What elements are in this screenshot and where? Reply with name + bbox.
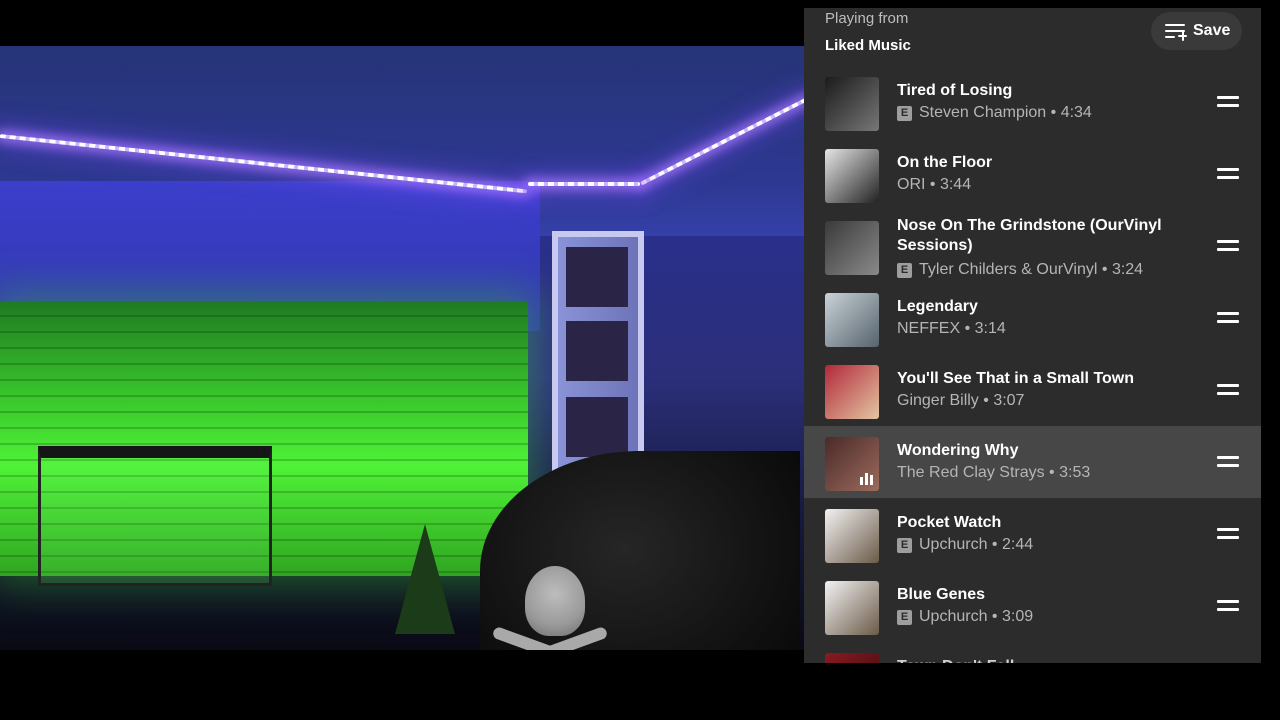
queue-list: Tired of Losing E Steven Champion • 4:34 On…	[804, 66, 1261, 663]
track-subtitle: NEFFEX • 3:14	[897, 320, 1006, 338]
separator-dot: •	[925, 176, 940, 193]
drag-handle-icon[interactable]	[1217, 455, 1239, 469]
album-art-thumbnail[interactable]	[825, 581, 879, 635]
queue-item[interactable]: Tired of Losing E Steven Champion • 4:34	[804, 66, 1261, 138]
webcam-video-background	[0, 46, 804, 650]
album-art-image	[825, 509, 879, 563]
separator-dot: •	[1044, 464, 1060, 481]
track-artist: Upchurch	[919, 536, 988, 553]
track-title: On the Floor	[897, 154, 993, 171]
led-light-strip-corner	[528, 182, 640, 186]
drag-handle-icon[interactable]	[1217, 167, 1239, 181]
small-christmas-tree	[395, 524, 455, 634]
track-title: Pocket Watch	[897, 514, 1002, 531]
album-art-thumbnail[interactable]	[825, 293, 879, 347]
track-title: Tired of Losing	[897, 82, 1013, 99]
track-title: You'll See That in a Small Town	[897, 370, 1135, 387]
track-title: Wondering Why	[897, 442, 1019, 459]
aquarium	[38, 446, 272, 586]
explicit-badge-icon: E	[897, 262, 912, 278]
queue-item[interactable]: Pocket Watch E Upchurch • 2:44	[804, 498, 1261, 570]
separator-dot: •	[1097, 261, 1112, 278]
album-art-image	[825, 77, 879, 131]
album-art-thumbnail[interactable]	[825, 509, 879, 563]
track-duration: 3:24	[1111, 261, 1144, 278]
explicit-badge-icon: E	[897, 105, 912, 121]
track-duration: 3:53	[1059, 464, 1091, 481]
separator-dot: •	[978, 392, 994, 409]
explicit-badge-icon: E	[897, 537, 912, 553]
track-subtitle: E Tyler Childers & OurVinyl • 3:24	[897, 261, 1143, 279]
drag-handle-icon[interactable]	[1217, 311, 1239, 325]
queue-item[interactable]: Nose On The Grindstone (OurVinyl Session…	[804, 210, 1261, 282]
equalizer-icon	[860, 473, 873, 485]
track-duration: 3:44	[939, 176, 972, 193]
save-label: Save	[1193, 22, 1231, 39]
album-art-image	[825, 581, 879, 635]
drag-handle-icon[interactable]	[1217, 527, 1239, 541]
album-art-image	[825, 149, 879, 203]
track-duration: 3:14	[974, 320, 1006, 337]
save-button[interactable]: Save	[1151, 12, 1242, 50]
queue-item[interactable]: You'll See That in a Small Town Ginger Bi…	[804, 354, 1261, 426]
track-duration: 4:34	[1060, 104, 1092, 121]
track-subtitle: E Steven Champion • 4:34	[897, 104, 1092, 122]
track-subtitle: E Upchurch • 3:09	[897, 608, 1033, 626]
track-duration: 2:44	[1001, 536, 1034, 553]
separator-dot: •	[1046, 104, 1061, 121]
album-art-thumbnail[interactable]	[825, 221, 879, 275]
playlist-name[interactable]: Liked Music	[825, 37, 911, 54]
queue-item[interactable]: Blue Genes E Upchurch • 3:09	[804, 570, 1261, 642]
track-subtitle: Ginger Billy • 3:07	[897, 392, 1024, 410]
album-art-image	[825, 221, 879, 275]
drag-handle-icon[interactable]	[1217, 95, 1239, 109]
track-artist: Tyler Childers & OurVinyl	[919, 261, 1098, 278]
track-duration: 3:09	[1001, 608, 1034, 625]
track-artist: Ginger Billy	[897, 392, 979, 409]
track-title: Blue Genes	[897, 586, 986, 603]
queue-item[interactable]: Legendary NEFFEX • 3:14	[804, 282, 1261, 354]
track-artist: ORI	[897, 176, 926, 193]
track-title: Legendary	[897, 298, 978, 315]
drag-handle-icon[interactable]	[1217, 383, 1239, 397]
queue-item[interactable]: On the Floor ORI • 3:44	[804, 138, 1261, 210]
queue-item[interactable]: Town Don't Fall	[804, 642, 1261, 663]
skull-graphic	[525, 566, 585, 636]
playing-from-label: Playing from	[825, 10, 909, 27]
drag-handle-icon[interactable]	[1217, 239, 1239, 253]
album-art-thumbnail[interactable]	[825, 365, 879, 419]
track-artist: NEFFEX	[897, 320, 961, 337]
album-art-image	[825, 653, 879, 663]
queue-panel: Playing from Liked Music Save Tired of L…	[804, 8, 1261, 663]
album-art-thumbnail[interactable]	[825, 437, 879, 491]
separator-dot: •	[987, 608, 1002, 625]
album-art-image	[825, 293, 879, 347]
album-art-image	[825, 365, 879, 419]
track-artist: Steven Champion	[919, 104, 1047, 121]
track-subtitle: ORI • 3:44	[897, 176, 971, 194]
wall-shelf	[552, 231, 644, 481]
album-art-thumbnail[interactable]	[825, 149, 879, 203]
track-duration: 3:07	[993, 392, 1025, 409]
separator-dot: •	[960, 320, 975, 337]
album-art-thumbnail[interactable]	[825, 653, 879, 663]
album-art-thumbnail[interactable]	[825, 77, 879, 131]
track-subtitle: The Red Clay Strays • 3:53	[897, 464, 1090, 482]
playlist-add-icon	[1165, 22, 1187, 41]
track-artist: Upchurch	[919, 608, 988, 625]
track-subtitle: E Upchurch • 2:44	[897, 536, 1033, 554]
drag-handle-icon[interactable]	[1217, 599, 1239, 613]
separator-dot: •	[987, 536, 1002, 553]
explicit-badge-icon: E	[897, 609, 912, 625]
track-title: Town Don't Fall	[897, 657, 1197, 663]
queue-header: Playing from Liked Music Save	[804, 8, 1261, 72]
track-title: Nose On The Grindstone (OurVinyl Session…	[897, 217, 1162, 254]
track-artist: The Red Clay Strays	[897, 464, 1045, 481]
queue-item-now-playing[interactable]: Wondering Why The Red Clay Strays • 3:53	[804, 426, 1261, 498]
